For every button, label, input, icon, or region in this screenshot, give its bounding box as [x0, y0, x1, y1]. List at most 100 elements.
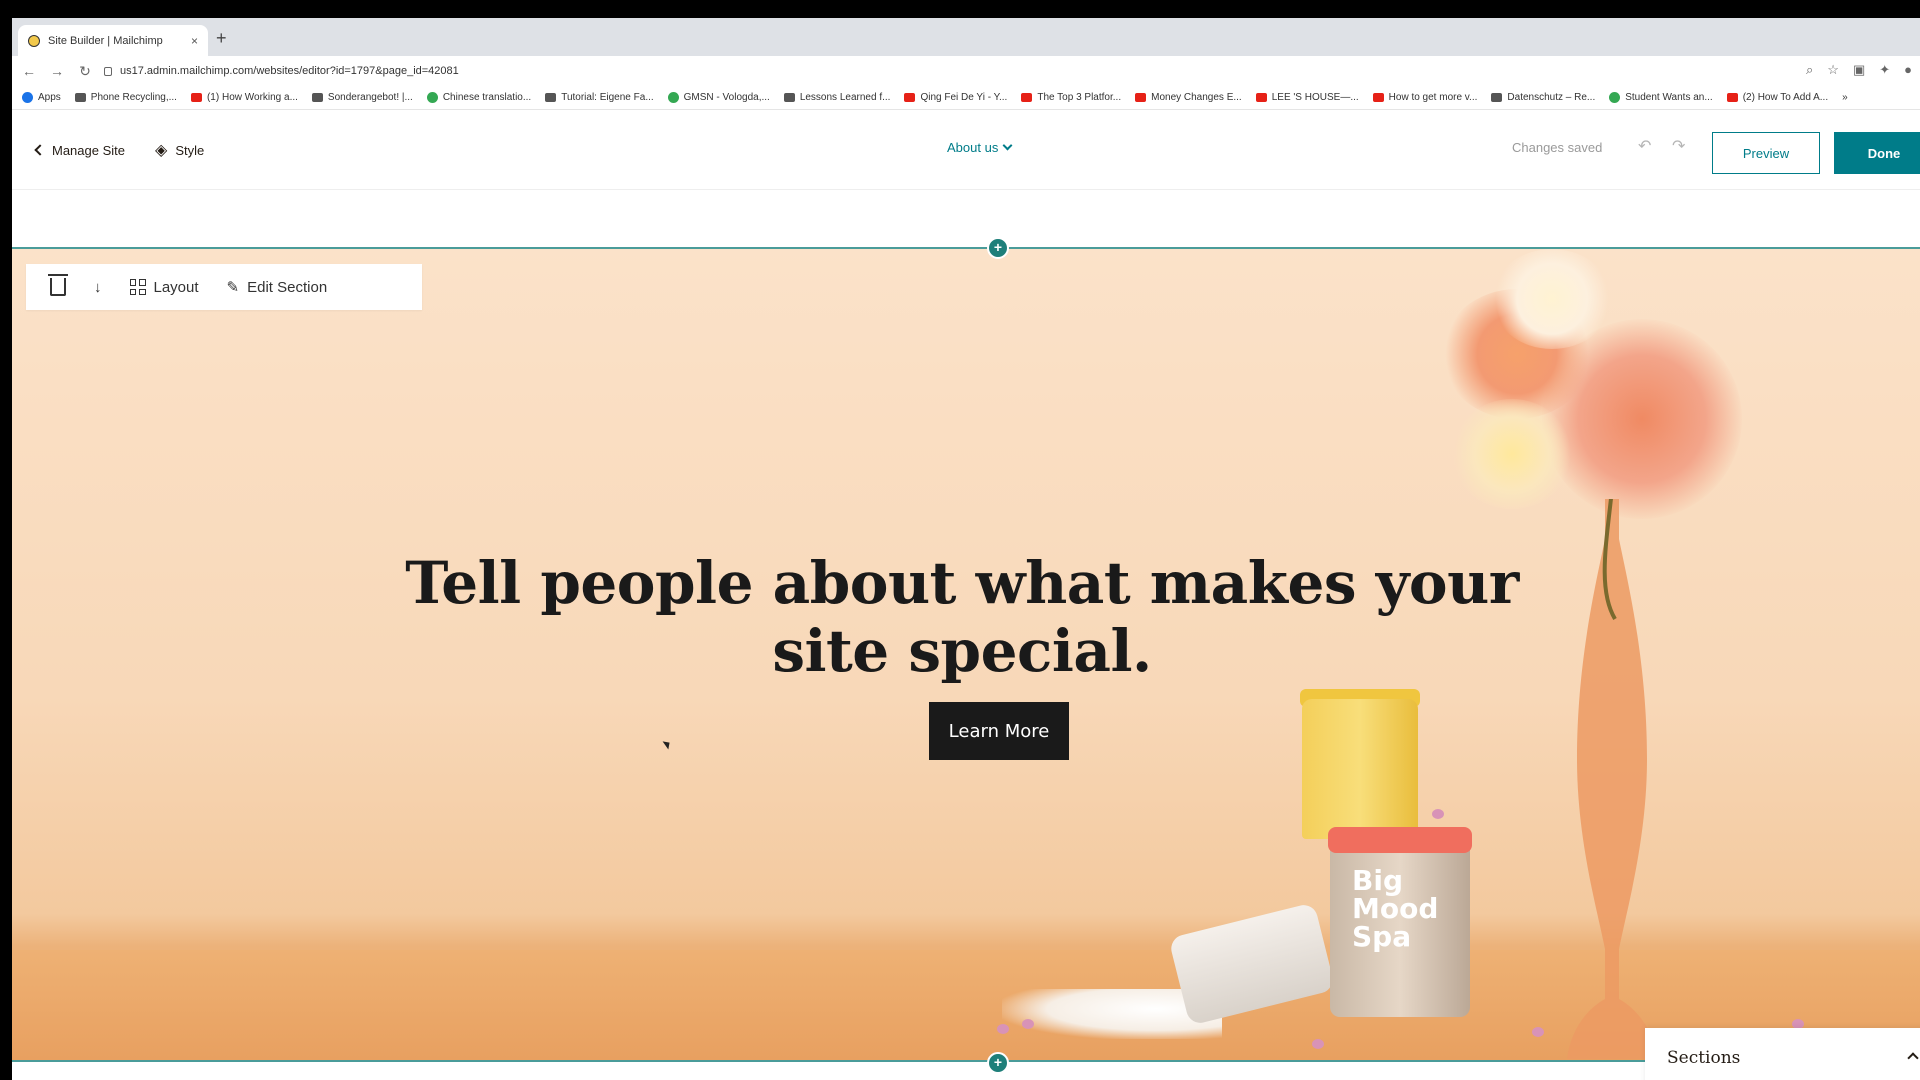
youtube-icon	[190, 93, 202, 102]
grid-icon	[129, 279, 146, 295]
undo-icon[interactable]: ↶	[1638, 136, 1651, 156]
youtube-icon	[1021, 93, 1033, 102]
bookmark-item[interactable]: Chinese translatio...	[426, 92, 531, 103]
petal-image	[1432, 809, 1444, 819]
bookmark-item[interactable]: Student Wants an...	[1609, 92, 1713, 103]
reload-icon[interactable]: ↻	[78, 63, 92, 80]
manage-site-label: Manage Site	[52, 142, 125, 158]
add-section-above-button[interactable]: +	[987, 237, 1009, 259]
add-section-below-button[interactable]: +	[987, 1052, 1009, 1074]
editor-header-left: Manage Site ◈ Style	[34, 140, 204, 160]
section-toolbar: ↓ Layout ✎ Edit Section	[26, 264, 422, 310]
bookmark-item[interactable]: Apps	[22, 92, 61, 103]
editor-header: Manage Site ◈ Style About us Changes sav…	[12, 110, 1920, 190]
extension-icon[interactable]: ▣	[1853, 62, 1865, 78]
globe-icon	[311, 93, 323, 102]
bookmark-item[interactable]: Lessons Learned f...	[783, 92, 890, 103]
bookmarks-overflow-icon[interactable]: »	[1842, 92, 1848, 103]
medium-icon	[783, 93, 795, 102]
tab-strip: Site Builder | Mailchimp × +	[12, 18, 1920, 56]
bookmark-item[interactable]: GMSN - Vologda,...	[667, 92, 770, 103]
mailchimp-favicon-icon	[28, 34, 40, 47]
globe-icon	[1609, 92, 1621, 103]
bookmark-star-icon[interactable]: ☆	[1827, 62, 1839, 78]
bookmark-item[interactable]: How to get more v...	[1372, 92, 1477, 103]
edit-section-label: Edit Section	[247, 278, 328, 296]
hash-icon	[545, 93, 557, 102]
petal-image	[1312, 1039, 1324, 1049]
chevron-down-icon	[1002, 140, 1013, 151]
browser-toolbar: ← → ↻ us17.admin.mailchimp.com/websites/…	[12, 56, 1920, 86]
profile-avatar-icon[interactable]: ●	[1904, 62, 1912, 78]
bookmark-item[interactable]: The Top 3 Platfor...	[1021, 92, 1121, 103]
layout-button[interactable]: Layout	[116, 264, 213, 310]
page-icon	[1491, 93, 1503, 102]
tab-title: Site Builder | Mailchimp	[48, 34, 163, 47]
bookmark-item[interactable]: Qing Fei De Yi - Y...	[904, 92, 1007, 103]
browser-window: Site Builder | Mailchimp × + ← → ↻ us17.…	[12, 18, 1920, 1080]
globe-icon	[667, 92, 679, 103]
lock-icon	[104, 66, 112, 76]
toolbar-actions: ⌕ ☆ ▣ ✦ ●	[1806, 62, 1912, 78]
style-label: Style	[175, 142, 205, 158]
hero-title[interactable]: Tell people about what makes your site s…	[342, 549, 1582, 685]
sections-label: Sections	[1667, 1048, 1741, 1068]
style-button[interactable]: ◈ Style	[155, 140, 204, 160]
edit-section-button[interactable]: ✎ Edit Section	[213, 264, 342, 310]
layout-label: Layout	[153, 278, 199, 296]
url-text: us17.admin.mailchimp.com/websites/editor…	[120, 65, 459, 77]
bookmark-item[interactable]: LEE 'S HOUSE—...	[1255, 92, 1359, 103]
petal-image	[1532, 1027, 1544, 1037]
paint-bucket-icon: ◈	[155, 142, 168, 159]
new-tab-icon[interactable]: +	[216, 28, 227, 48]
youtube-icon	[1726, 93, 1738, 102]
bookmark-item[interactable]: Datenschutz – Re...	[1491, 92, 1595, 103]
editor-canvas: Big Mood Spa ↓ Layout ✎ Edit Section Tel…	[12, 190, 1920, 1080]
flower-image	[1492, 249, 1612, 349]
address-bar[interactable]: us17.admin.mailchimp.com/websites/editor…	[104, 60, 1804, 82]
jar-label: Big Mood Spa	[1352, 864, 1439, 953]
redo-icon[interactable]: ↷	[1672, 136, 1685, 156]
youtube-icon	[904, 93, 916, 102]
delete-section-button[interactable]	[36, 264, 80, 310]
sections-panel[interactable]: Sections	[1645, 1028, 1920, 1080]
chevron-left-icon	[34, 144, 46, 156]
hero-section[interactable]: Big Mood Spa ↓ Layout ✎ Edit Section Tel…	[12, 247, 1920, 1062]
save-status: Changes saved	[1512, 140, 1603, 155]
search-icon	[74, 93, 86, 102]
pencil-icon: ✎	[226, 279, 240, 296]
preview-button[interactable]: Preview	[1712, 132, 1820, 174]
tab-site-builder[interactable]: Site Builder | Mailchimp ×	[18, 25, 208, 56]
move-section-down-button[interactable]: ↓	[80, 264, 116, 310]
done-button[interactable]: Done	[1834, 132, 1920, 174]
bookmark-item[interactable]: (1) How Working a...	[190, 92, 298, 103]
bookmarks-bar: Apps Phone Recycling,... (1) How Working…	[12, 86, 1920, 110]
back-icon[interactable]: ←	[22, 63, 36, 79]
petal-image	[997, 1024, 1009, 1034]
airbnb-icon	[1255, 93, 1267, 102]
flower-image	[1452, 399, 1572, 509]
page-selector-label: About us	[947, 140, 999, 155]
zoom-icon[interactable]: ⌕	[1806, 62, 1813, 78]
trash-icon	[48, 274, 68, 296]
learn-more-button[interactable]: Learn More	[929, 702, 1069, 760]
bookmark-item[interactable]: (2) How To Add A...	[1726, 92, 1828, 103]
jar-image	[1302, 699, 1418, 839]
manage-site-button[interactable]: Manage Site	[34, 142, 125, 158]
bookmark-item[interactable]: Sonderangebot! |...	[311, 92, 413, 103]
chevron-up-icon[interactable]	[1907, 1052, 1919, 1064]
mouse-cursor-icon	[662, 738, 673, 750]
bookmark-item[interactable]: Money Changes E...	[1135, 92, 1242, 103]
bookmark-item[interactable]: Phone Recycling,...	[74, 92, 177, 103]
puzzle-icon[interactable]: ✦	[1879, 62, 1890, 78]
globe-icon	[426, 92, 438, 103]
forward-icon[interactable]: →	[50, 63, 64, 79]
youtube-icon	[1135, 93, 1147, 102]
arrow-down-icon: ↓	[94, 278, 102, 296]
page-selector[interactable]: About us	[947, 140, 1013, 155]
youtube-icon	[1372, 93, 1384, 102]
jar-lid-image	[1328, 827, 1472, 853]
tab-close-icon[interactable]: ×	[191, 34, 198, 48]
bookmark-item[interactable]: Tutorial: Eigene Fa...	[545, 92, 654, 103]
petal-image	[1022, 1019, 1034, 1029]
